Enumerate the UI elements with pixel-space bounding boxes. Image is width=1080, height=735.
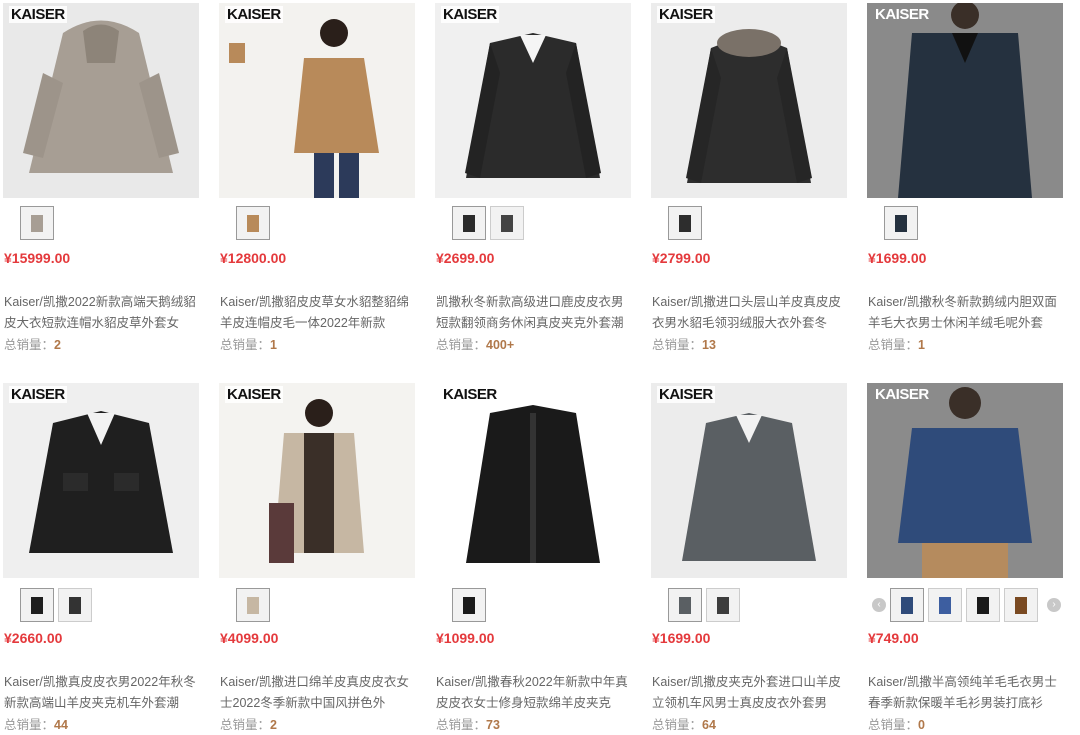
sales-count: 总销量：44	[4, 718, 68, 732]
leather-jacket-image	[465, 33, 601, 178]
product-image[interactable]: KAISER	[219, 383, 415, 578]
sales-count: 总销量：1	[868, 338, 925, 352]
printed-coat-image	[269, 399, 364, 563]
product-price: ¥749.00	[868, 630, 919, 646]
product-title[interactable]: Kaiser/凯撒春秋2022年新款中年真皮皮衣女士修身短款绵羊皮夹克	[436, 672, 632, 714]
fur-vest-image	[229, 19, 379, 198]
product-price: ¥1699.00	[868, 250, 927, 266]
sales-count: 总销量：1	[220, 338, 277, 352]
color-thumbs	[884, 206, 918, 242]
color-thumbs	[452, 206, 524, 242]
product-title[interactable]: Kaiser/凯撒真皮皮衣男2022年秋冬新款高端山羊皮夹克机车外套潮	[4, 672, 200, 714]
sales-count: 总销量：400+	[436, 338, 515, 352]
color-thumbs	[452, 588, 486, 624]
sales-count: 总销量：0	[868, 718, 925, 732]
product-image[interactable]: KAISER	[435, 3, 631, 198]
thumb-next-arrow-icon[interactable]: ›	[1047, 598, 1061, 612]
brand-logo: KAISER	[657, 6, 715, 23]
product-image[interactable]: KAISER	[3, 383, 199, 578]
color-thumb[interactable]	[928, 588, 962, 622]
sales-count: 总销量：73	[436, 718, 500, 732]
product-price: ¥2699.00	[436, 250, 495, 266]
color-thumb[interactable]	[1004, 588, 1038, 622]
color-thumb[interactable]	[58, 588, 92, 622]
color-thumbs	[20, 206, 54, 242]
color-thumb[interactable]	[490, 206, 524, 240]
product-price: ¥1699.00	[652, 630, 711, 646]
color-thumbs	[236, 588, 270, 624]
product-price: ¥4099.00	[220, 630, 279, 646]
product-image[interactable]: KAISER	[219, 3, 415, 198]
brand-logo: KAISER	[225, 6, 283, 23]
product-title[interactable]: Kaiser/凯撒貂皮皮草女水貂整貂绵羊皮连帽皮毛一体2022年新款	[220, 292, 416, 334]
product-title[interactable]: Kaiser/凯撒进口绵羊皮真皮皮衣女士2022冬季新款中国风拼色外	[220, 672, 416, 714]
leather-jacket-image	[29, 411, 173, 553]
fur-coat-image	[23, 20, 179, 173]
product-price: ¥12800.00	[220, 250, 287, 266]
sales-count: 总销量：64	[652, 718, 716, 732]
color-thumb[interactable]	[966, 588, 1000, 622]
brand-logo: KAISER	[875, 6, 929, 23]
product-image[interactable]: KAISER	[651, 3, 847, 198]
color-thumb[interactable]	[452, 206, 486, 240]
sales-count: 总销量：13	[652, 338, 716, 352]
brand-logo: KAISER	[875, 386, 929, 403]
color-thumbs	[236, 206, 270, 242]
grey-leather-jacket-image	[682, 413, 816, 561]
wool-coat-image	[898, 3, 1032, 198]
product-price: ¥2660.00	[4, 630, 63, 646]
product-image[interactable]: KAISER	[435, 383, 631, 578]
product-title[interactable]: Kaiser/凯撒2022新款高端天鹅绒貂皮大衣短款连帽水貂皮草外套女	[4, 292, 200, 334]
thumb-prev-arrow-icon[interactable]: ‹	[872, 598, 886, 612]
color-thumbs	[20, 588, 92, 624]
product-title[interactable]: 凯撒秋冬新款高级进口鹿皮皮衣男短款翻领商务休闲真皮夹克外套潮	[436, 292, 632, 334]
brand-logo: KAISER	[225, 386, 283, 403]
brand-logo: KAISER	[657, 386, 715, 403]
wool-sweater-image	[898, 387, 1032, 578]
product-price: ¥15999.00	[4, 250, 71, 266]
product-title[interactable]: Kaiser/凯撒秋冬新款鹅绒内胆双面羊毛大衣男士休闲羊绒毛呢外套	[868, 292, 1064, 334]
color-thumb[interactable]	[20, 206, 54, 240]
color-thumb[interactable]	[706, 588, 740, 622]
product-image[interactable]: KAISER	[867, 3, 1063, 198]
color-thumb[interactable]	[668, 588, 702, 622]
sales-count: 总销量：2	[4, 338, 61, 352]
brand-logo: KAISER	[441, 386, 499, 403]
product-image[interactable]: KAISER	[3, 3, 199, 198]
color-thumbs	[668, 588, 740, 624]
color-thumb[interactable]	[236, 588, 270, 622]
brand-logo: KAISER	[9, 6, 67, 23]
brand-logo: KAISER	[9, 386, 67, 403]
color-thumb[interactable]	[20, 588, 54, 622]
color-thumb[interactable]	[236, 206, 270, 240]
fur-collar-jacket-image	[686, 29, 812, 183]
product-grid: KAISER ¥15999.00 Kaiser/凯撒2022新款高端天鹅绒貂皮大…	[0, 0, 1080, 735]
product-price: ¥2799.00	[652, 250, 711, 266]
product-title[interactable]: Kaiser/凯撒半高领纯羊毛毛衣男士春季新款保暖羊毛衫男装打底衫	[868, 672, 1064, 714]
product-image[interactable]: KAISER	[651, 383, 847, 578]
womens-leather-jacket-image	[466, 405, 600, 563]
color-thumb[interactable]	[452, 588, 486, 622]
product-title[interactable]: Kaiser/凯撒皮夹克外套进口山羊皮立领机车风男士真皮皮衣外套男	[652, 672, 848, 714]
sales-count: 总销量：2	[220, 718, 277, 732]
color-thumbs	[668, 206, 702, 242]
color-thumb[interactable]	[668, 206, 702, 240]
color-thumb[interactable]	[884, 206, 918, 240]
product-title[interactable]: Kaiser/凯撒进口头层山羊皮真皮皮衣男水貂毛领羽绒服大衣外套冬	[652, 292, 848, 334]
product-image[interactable]: KAISER	[867, 383, 1063, 578]
color-thumbs	[890, 588, 1038, 624]
color-thumb[interactable]	[890, 588, 924, 622]
product-price: ¥1099.00	[436, 630, 495, 646]
brand-logo: KAISER	[441, 6, 499, 23]
